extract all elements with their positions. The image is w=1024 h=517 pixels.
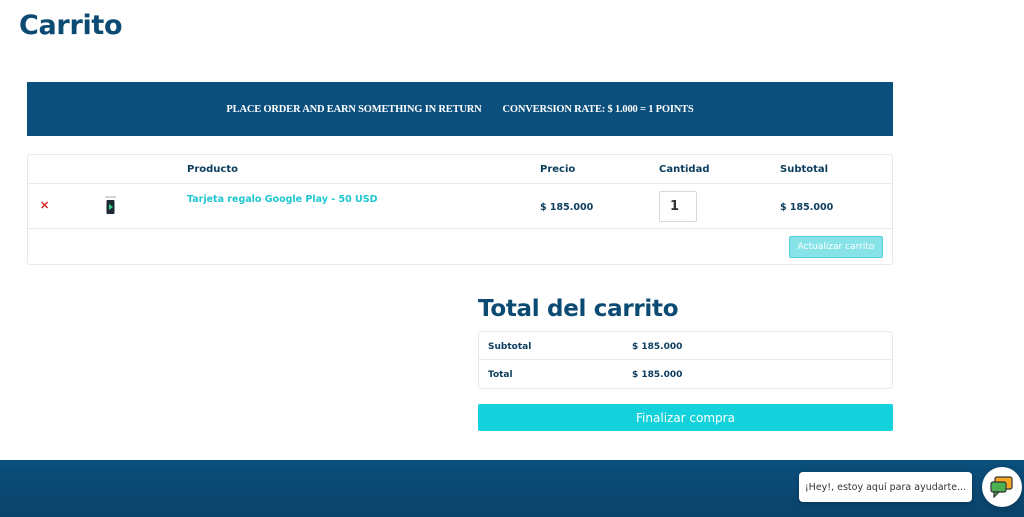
totals-subtotal-value: $ 185.000: [632, 342, 683, 352]
conversion-rate-text: CONVERSION RATE: $ 1.000 = 1 POINTS: [502, 103, 694, 115]
promo-text: PLACE ORDER AND EARN SOMETHING IN RETURN: [226, 103, 482, 115]
product-name-link[interactable]: Tarjeta regalo Google Play - 50 USD: [187, 194, 377, 205]
cart-table: Producto Precio Cantidad Subtotal ✕ Tarj…: [27, 154, 893, 265]
cart-table-header: Producto Precio Cantidad Subtotal: [28, 155, 892, 184]
product-price: $ 185.000: [540, 202, 594, 213]
cart-totals-title: Total del carrito: [478, 296, 679, 322]
chat-icon: [990, 476, 1013, 498]
header-subtotal: Subtotal: [780, 164, 829, 175]
header-product: Producto: [187, 164, 238, 175]
totals-total-value: $ 185.000: [632, 370, 683, 380]
gift-card-icon: [105, 196, 116, 214]
points-promo-banner: PLACE ORDER AND EARN SOMETHING IN RETURN…: [27, 82, 893, 136]
page-title: Carrito: [19, 10, 123, 41]
header-quantity: Cantidad: [659, 164, 710, 175]
product-subtotal: $ 185.000: [780, 202, 834, 213]
update-cart-button[interactable]: Actualizar carrito: [789, 236, 883, 258]
quantity-input[interactable]: [659, 191, 697, 222]
totals-total-row: Total $ 185.000: [479, 360, 892, 388]
chat-greeting-bubble[interactable]: ¡Hey!, estoy aquí para ayudarte...: [799, 472, 972, 502]
header-price: Precio: [540, 164, 576, 175]
table-row: ✕ Tarjeta regalo Google Play - 50 USD $ …: [28, 184, 892, 229]
cart-totals-table: Subtotal $ 185.000 Total $ 185.000: [478, 331, 893, 389]
totals-subtotal-row: Subtotal $ 185.000: [479, 332, 892, 360]
cart-page: Carrito PLACE ORDER AND EARN SOMETHING I…: [0, 0, 1024, 517]
totals-subtotal-label: Subtotal: [488, 342, 532, 352]
close-icon[interactable]: ✕: [40, 201, 49, 212]
chat-launcher-button[interactable]: [982, 467, 1022, 507]
totals-total-label: Total: [488, 370, 513, 380]
checkout-button[interactable]: Finalizar compra: [478, 404, 893, 431]
